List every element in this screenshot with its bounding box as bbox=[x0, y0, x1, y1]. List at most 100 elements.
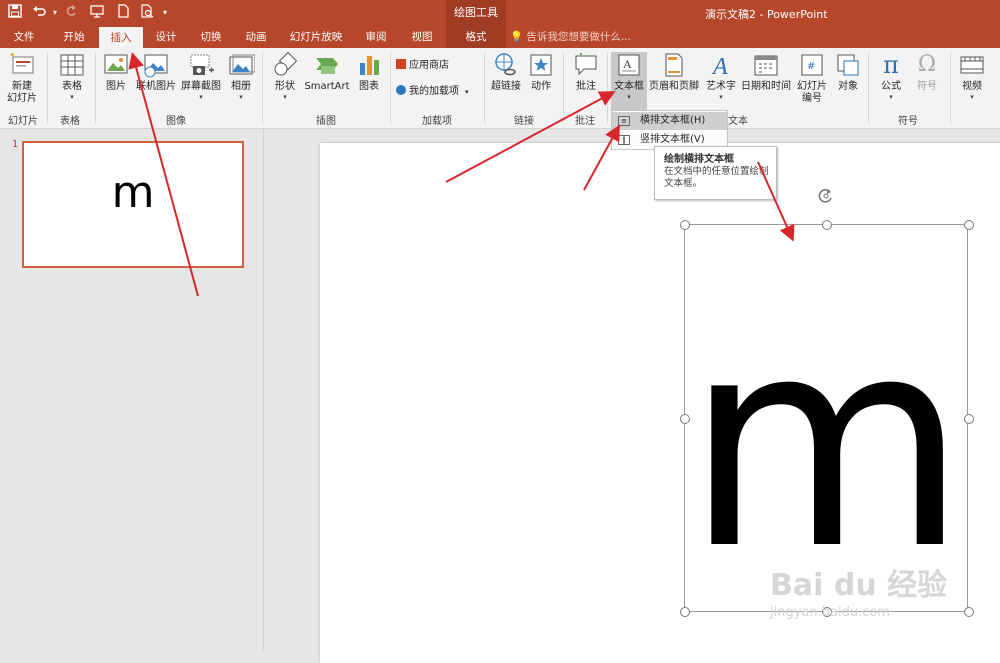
chevron-down-icon: ▾ bbox=[970, 93, 974, 101]
resize-handle-top-left[interactable] bbox=[680, 220, 690, 230]
photo-album-button[interactable]: 相册 ▾ bbox=[225, 52, 257, 114]
chart-button[interactable]: 图表 bbox=[352, 52, 386, 114]
tab-format[interactable]: 格式 bbox=[446, 26, 506, 48]
slide-number-label: 1 bbox=[12, 139, 19, 150]
thumbnail-text: m bbox=[111, 167, 155, 218]
resize-handle-top-right[interactable] bbox=[964, 220, 974, 230]
omega-icon: Ω bbox=[917, 52, 937, 77]
tab-slideshow[interactable]: 幻灯片放映 bbox=[283, 26, 349, 48]
slide-thumbnail[interactable]: m bbox=[22, 141, 244, 268]
tooltip-title: 绘制横排文本框 bbox=[664, 154, 734, 165]
chevron-down-icon: ▾ bbox=[627, 93, 631, 101]
wordart-icon: A bbox=[707, 52, 735, 80]
tab-home[interactable]: 开始 bbox=[52, 26, 96, 48]
resize-handle-top[interactable] bbox=[822, 220, 832, 230]
tooltip-body: 在文档中的任意位置绘制文本框。 bbox=[664, 166, 769, 189]
equation-button[interactable]: π 公式 ▾ bbox=[874, 52, 908, 114]
selected-textbox[interactable]: m bbox=[684, 224, 968, 612]
online-picture-button[interactable]: 联机图片 bbox=[135, 52, 177, 114]
picture-button[interactable]: 图片 bbox=[100, 52, 132, 114]
group-comments-label: 批注 bbox=[575, 116, 595, 127]
store-icon bbox=[396, 59, 406, 69]
ribbon-tabs: 文件 开始 插入 设计 切换 动画 幻灯片放映 审阅 视图 格式 💡 告诉我您想… bbox=[0, 26, 1000, 49]
textbox-icon: A bbox=[615, 52, 643, 78]
tab-view[interactable]: 视图 bbox=[402, 26, 442, 48]
tab-animations[interactable]: 动画 bbox=[236, 26, 276, 48]
drawing-tools-context-group: 绘图工具 bbox=[446, 0, 506, 26]
customize-qat-icon[interactable]: ▾ bbox=[156, 4, 174, 22]
screenshot-button[interactable]: 屏幕截图 ▾ bbox=[180, 52, 222, 114]
resize-handle-left[interactable] bbox=[680, 414, 690, 424]
slide-number-button[interactable]: # 幻灯片 编号 bbox=[794, 52, 830, 114]
new-file-icon[interactable] bbox=[114, 4, 132, 22]
picture-icon bbox=[102, 52, 130, 78]
tab-design[interactable]: 设计 bbox=[146, 26, 186, 48]
save-icon[interactable] bbox=[6, 4, 24, 22]
video-button[interactable]: 视频 ▾ bbox=[955, 52, 989, 114]
title-bar: ▾ ▾ 绘图工具 演示文稿2 - PowerPoint bbox=[0, 0, 1000, 26]
group-addins-label: 加载项 bbox=[422, 116, 452, 127]
tell-me-box[interactable]: 💡 告诉我您想要做什么... bbox=[510, 26, 631, 48]
rotate-handle-icon[interactable] bbox=[816, 186, 836, 206]
resize-handle-right[interactable] bbox=[964, 414, 974, 424]
svg-text:A: A bbox=[623, 57, 632, 71]
calendar-icon bbox=[752, 52, 780, 78]
datetime-button[interactable]: 日期和时间 bbox=[740, 52, 792, 114]
wordart-button[interactable]: A 艺术字 ▾ bbox=[702, 52, 740, 114]
smartart-button[interactable]: SmartArt bbox=[303, 52, 351, 114]
chevron-down-icon: ▾ bbox=[199, 93, 203, 101]
slides-pane: 1 m bbox=[0, 129, 264, 650]
chevron-down-icon: ▾ bbox=[889, 93, 893, 101]
photo-album-icon bbox=[227, 52, 256, 78]
ribbon: 新建 幻灯片 幻灯片 表格 ▾ 表格 图片 联机图片 屏幕截图 ▾ 相册 ▾ 图… bbox=[0, 48, 1000, 129]
chevron-down-icon: ▾ bbox=[70, 93, 74, 101]
video-icon bbox=[958, 52, 986, 78]
chevron-down-icon: ▾ bbox=[283, 93, 287, 101]
window-title: 演示文稿2 - PowerPoint bbox=[705, 8, 828, 21]
slideshow-from-start-icon[interactable] bbox=[88, 4, 106, 22]
group-text-label: 文本 bbox=[728, 116, 748, 127]
textbox-content[interactable]: m bbox=[685, 295, 968, 595]
tab-insert[interactable]: 插入 bbox=[99, 26, 143, 49]
chart-icon bbox=[355, 52, 383, 78]
tab-transitions[interactable]: 切换 bbox=[190, 26, 232, 48]
group-illustrations-label: 插图 bbox=[316, 116, 336, 127]
shapes-icon bbox=[271, 51, 299, 78]
online-picture-icon bbox=[142, 52, 170, 78]
horizontal-textbox-icon: ≡ bbox=[618, 116, 630, 126]
redo-icon[interactable] bbox=[62, 4, 80, 22]
group-tables-label: 表格 bbox=[60, 116, 80, 127]
group-images-label: 图像 bbox=[166, 116, 186, 127]
action-button[interactable]: 动作 bbox=[526, 52, 556, 114]
resize-handle-bottom-left[interactable] bbox=[680, 607, 690, 617]
comment-button[interactable]: 批注 bbox=[568, 52, 604, 114]
resize-handle-bottom-right[interactable] bbox=[964, 607, 974, 617]
hyperlink-button[interactable]: 超链接 bbox=[488, 52, 524, 114]
symbol-button[interactable]: Ω 符号 bbox=[910, 52, 944, 114]
object-icon bbox=[834, 52, 862, 78]
tab-review[interactable]: 审阅 bbox=[356, 26, 396, 48]
tell-me-text: 告诉我您想要做什么... bbox=[526, 31, 631, 43]
print-preview-icon[interactable] bbox=[138, 4, 156, 22]
object-button[interactable]: 对象 bbox=[832, 52, 864, 114]
baidu-watermark: Bai du 经验 bbox=[770, 568, 948, 603]
new-slide-button[interactable]: 新建 幻灯片 bbox=[2, 52, 42, 114]
star-icon bbox=[527, 52, 555, 78]
my-addins-button[interactable]: 我的加载项 ▾ bbox=[396, 83, 469, 101]
textbox-button[interactable]: A 文本框 ▾ bbox=[611, 52, 647, 114]
lightbulb-icon: 💡 bbox=[510, 31, 524, 43]
tab-file[interactable]: 文件 bbox=[0, 26, 48, 48]
audio-button-partial[interactable] bbox=[990, 52, 1000, 114]
vertical-textbox-icon: ‖ bbox=[618, 135, 630, 145]
addins-icon bbox=[396, 85, 406, 95]
header-footer-button[interactable]: 页眉和页脚 bbox=[649, 52, 699, 114]
menu-item-horizontal-textbox[interactable]: ≡ 横排文本框(H) bbox=[612, 112, 727, 130]
chevron-down-icon: ▾ bbox=[239, 93, 243, 101]
table-button[interactable]: 表格 ▾ bbox=[52, 52, 92, 114]
store-button[interactable]: 应用商店 bbox=[396, 57, 449, 75]
svg-text:A: A bbox=[711, 54, 728, 78]
group-symbols-label: 符号 bbox=[898, 116, 918, 127]
new-slide-icon bbox=[8, 52, 36, 78]
group-links-label: 链接 bbox=[514, 116, 534, 127]
shapes-button[interactable]: 形状 ▾ bbox=[268, 51, 302, 114]
